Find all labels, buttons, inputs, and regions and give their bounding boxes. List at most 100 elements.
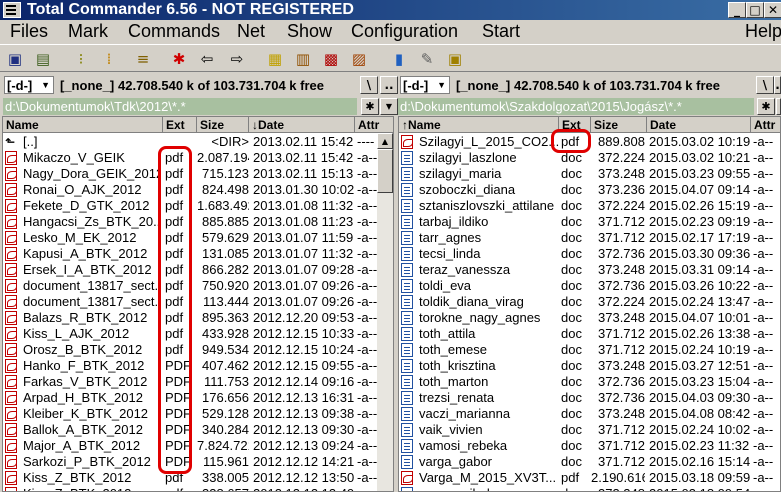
left-file-panel[interactable]: Name Ext Size ↓Date Attr ⬑ [..] <DIR> 2013.… <box>2 116 394 492</box>
ftp-new-icon[interactable]: ▨ <box>348 49 370 69</box>
menu-mark[interactable]: Mark <box>68 21 108 42</box>
left-header-ext[interactable]: Ext <box>163 117 197 133</box>
file-row[interactable]: Major_A_BTK_2012 PDF 7.824.721 2012.12.13 0… <box>3 438 393 454</box>
right-drive-select[interactable]: [-d-] ▼ <box>400 76 450 94</box>
file-row[interactable]: szoboczki_diana doc 373.236 2015.04.07 09:1… <box>399 182 780 198</box>
scroll-up-icon[interactable]: ▲ <box>377 133 393 149</box>
left-scrollbar[interactable]: ▲ <box>377 133 393 491</box>
file-row[interactable]: Kapusi_A_BTK_2012 pdf 131.085 2013.01.07 11… <box>3 246 393 262</box>
left-root-button[interactable]: \ <box>360 76 378 94</box>
edit-icon[interactable]: ✎ <box>416 49 438 69</box>
right-header-ext[interactable]: Ext <box>559 117 591 133</box>
ftp-icon[interactable]: ▩ <box>320 49 342 69</box>
file-row[interactable]: Kleiber_K_BTK_2012 PDF 529.128 2012.12.13 0… <box>3 406 393 422</box>
menu-start[interactable]: Start <box>482 21 520 42</box>
unpack-icon[interactable]: ▥ <box>292 49 314 69</box>
right-header-name[interactable]: ↑Name <box>399 117 559 133</box>
right-header-attr[interactable]: Attr <box>751 117 780 133</box>
file-row[interactable]: Varga_M_2015_XV3T... pdf 2.190.616 2015.03.… <box>399 470 780 486</box>
file-row[interactable]: Ersek_I_A_BTK_2012 pdf 866.282 2013.01.07 0… <box>3 262 393 278</box>
left-history-dropdown-icon[interactable]: ▼ <box>380 98 398 115</box>
file-row[interactable]: szilagyi_laszlone doc 372.224 2015.03.02 10… <box>399 150 780 166</box>
right-history-dropdown-icon[interactable] <box>776 98 781 115</box>
file-row[interactable]: vaczi_marianna doc 373.248 2015.04.08 08:42… <box>399 406 780 422</box>
file-row[interactable]: vaik_vivien doc 371.712 2015.02.24 10:02 -a-… <box>399 422 780 438</box>
file-row[interactable]: trezsi_renata doc 372.736 2015.04.03 09:30-… <box>399 390 780 406</box>
left-header-date[interactable]: ↓Date <box>249 117 355 133</box>
file-row[interactable]: Farkas_V_BTK_2012 PDF 111.753 2012.12.14 09… <box>3 374 393 390</box>
file-row[interactable]: toldi_eva doc 372.736 2015.03.26 10:22 -a-- <box>399 278 780 294</box>
select-all-icon[interactable]: ✱ <box>168 49 190 69</box>
details-icon[interactable]: ⁞ <box>98 49 120 69</box>
right-parent-button[interactable]: . <box>774 76 781 94</box>
file-row[interactable]: toldik_diana_virag doc 372.224 2015.02.24 1… <box>399 294 780 310</box>
menu-net[interactable]: Net <box>237 21 265 42</box>
notepad-icon[interactable]: ▮ <box>388 49 410 69</box>
right-history-star-icon[interactable]: ✱ <box>757 98 775 115</box>
file-row[interactable]: Nagy_Dora_GEIK_2012 pdf 715.123 2013.02.11 … <box>3 166 393 182</box>
refresh-icon[interactable]: ▣ <box>4 49 26 69</box>
file-row[interactable]: sztaniszlovszki_attilane doc 372.224 2015.0… <box>399 198 780 214</box>
app-icon[interactable] <box>3 2 21 18</box>
file-row[interactable]: document_13817_sect... pdf 113.444 2013.01.… <box>3 294 393 310</box>
image-icon[interactable]: ▣ <box>444 49 466 69</box>
pack-icon[interactable]: ▦ <box>264 49 286 69</box>
menu-configuration[interactable]: Configuration <box>351 21 458 42</box>
file-row[interactable]: teraz_vanessza doc 373.248 2015.03.31 09:14… <box>399 262 780 278</box>
file-row[interactable]: toth_emese doc 371.712 2015.02.24 10:19 -a-- <box>399 342 780 358</box>
maximize-button[interactable]: □ <box>746 2 764 18</box>
forward-icon[interactable]: ⇨ <box>226 49 248 69</box>
file-row[interactable]: torokne_nagy_agnes doc 373.248 2015.04.07 1… <box>399 310 780 326</box>
file-row[interactable]: szilagyi_maria doc 373.248 2015.03.23 09:55… <box>399 166 780 182</box>
file-row[interactable]: varga_mihalydoc373.248 2015.03.18 09:54-a… <box>399 486 780 491</box>
file-row[interactable]: document_13817_sect... pdf 750.920 2013.01.… <box>3 278 393 294</box>
file-row[interactable]: Kiss_L_AJK_2012 pdf 433.928 2012.12.15 10:3… <box>3 326 393 342</box>
left-history-star-icon[interactable]: ✱ <box>361 98 379 115</box>
file-row[interactable]: Mikaczo_V_GEIK pdf 2.087.194 2013.02.11 15:… <box>3 150 393 166</box>
menu-help[interactable]: Help <box>745 21 781 42</box>
file-row[interactable]: Arpad_H_BTK_2012 PDF 176.656 2012.12.13 16:… <box>3 390 393 406</box>
file-row[interactable]: Sarkozi_P_BTK_2012 PDF 115.961 2012.12.12 1… <box>3 454 393 470</box>
file-row[interactable]: Kiss_Z_BTK_2012 pdf 338.005 2012.12.12 13:5… <box>3 470 393 486</box>
menu-files[interactable]: Files <box>10 21 48 42</box>
menu-show[interactable]: Show <box>287 21 332 42</box>
left-header-size[interactable]: Size <box>197 117 249 133</box>
file-row[interactable]: Balazs_R_BTK_2012 pdf 895.363 2012.12.20 09… <box>3 310 393 326</box>
view-icon[interactable]: ▤ <box>32 49 54 69</box>
file-row[interactable]: toth_attila doc 371.712 2015.02.26 13:38 -a-… <box>399 326 780 342</box>
close-button[interactable]: ✕ <box>764 2 781 18</box>
file-row[interactable]: vamosi_rebeka doc 371.712 2015.02.23 11:32-… <box>399 438 780 454</box>
file-row[interactable]: Ronai_O_AJK_2012 pdf 824.498 2013.01.30 10:… <box>3 182 393 198</box>
tree-icon[interactable]: ≡ <box>132 49 154 69</box>
right-path-bar[interactable]: d:\Dokumentumok\Szakdolgozat\2015\Jogász… <box>398 98 754 115</box>
file-row[interactable]: Fekete_D_GTK_2012 pdf 1.683.492 2013.01.08 … <box>3 198 393 214</box>
file-row[interactable]: varga_gabor doc 371.712 2015.02.16 15:14 -a-… <box>399 454 780 470</box>
left-scroll-thumb[interactable] <box>377 149 393 193</box>
file-row[interactable]: tarr_agnes doc 371.712 2015.02.17 17:19 -a-- <box>399 230 780 246</box>
file-row[interactable]: tecsi_linda doc 372.736 2015.03.30 09:36 -a-… <box>399 246 780 262</box>
file-row[interactable]: Kiss_Z_BTK_2012_ver... pdf338.657 2012.12.… <box>3 486 393 491</box>
file-row[interactable]: tarbaj_ildiko doc 371.712 2015.02.23 09:19-… <box>399 214 780 230</box>
file-row[interactable]: ⬑ [..] <DIR> 2013.02.11 15:42 ---- <box>3 134 393 150</box>
list-icon[interactable]: ⁝ <box>70 49 92 69</box>
right-root-button[interactable]: \ <box>756 76 774 94</box>
minimize-button[interactable]: _ <box>728 2 746 18</box>
back-icon[interactable]: ⇦ <box>196 49 218 69</box>
file-row[interactable]: toth_krisztina doc 373.248 2015.03.27 12:51… <box>399 358 780 374</box>
left-path-bar[interactable]: d:\Dokumentumok\Tdk\2012\*.* <box>3 98 357 115</box>
left-drive-select[interactable]: [-d-] ▼ <box>4 76 54 94</box>
file-row[interactable]: Orosz_B_BTK_2012 pdf 949.534 2012.12.15 10:… <box>3 342 393 358</box>
file-row[interactable]: Ballok_A_BTK_2012 PDF 340.284 2012.12.13 09… <box>3 422 393 438</box>
left-header-name[interactable]: Name <box>3 117 163 133</box>
menu-commands[interactable]: Commands <box>128 21 220 42</box>
file-row[interactable]: Lesko_M_EK_2012 pdf 579.629 2013.01.07 11:5… <box>3 230 393 246</box>
file-row[interactable]: Hangacsi_Zs_BTK_20... pdf 885.885 2013.01.0… <box>3 214 393 230</box>
left-parent-button[interactable]: .. <box>380 76 398 94</box>
file-row[interactable]: toth_marton doc 372.736 2015.03.23 15:04 -a-… <box>399 374 780 390</box>
file-row[interactable]: Hanko_F_BTK_2012 PDF 407.462 2012.12.15 09:… <box>3 358 393 374</box>
right-header-size[interactable]: Size <box>591 117 647 133</box>
right-header-date[interactable]: Date <box>647 117 751 133</box>
right-file-panel[interactable]: ↑Name Ext Size Date Attr Szilagyi_L_2015… <box>398 116 781 492</box>
left-header-attr[interactable]: Attr <box>355 117 393 133</box>
file-row[interactable]: Szilagyi_L_2015_CO2... pdf 889.808 2015.03.… <box>399 134 780 150</box>
